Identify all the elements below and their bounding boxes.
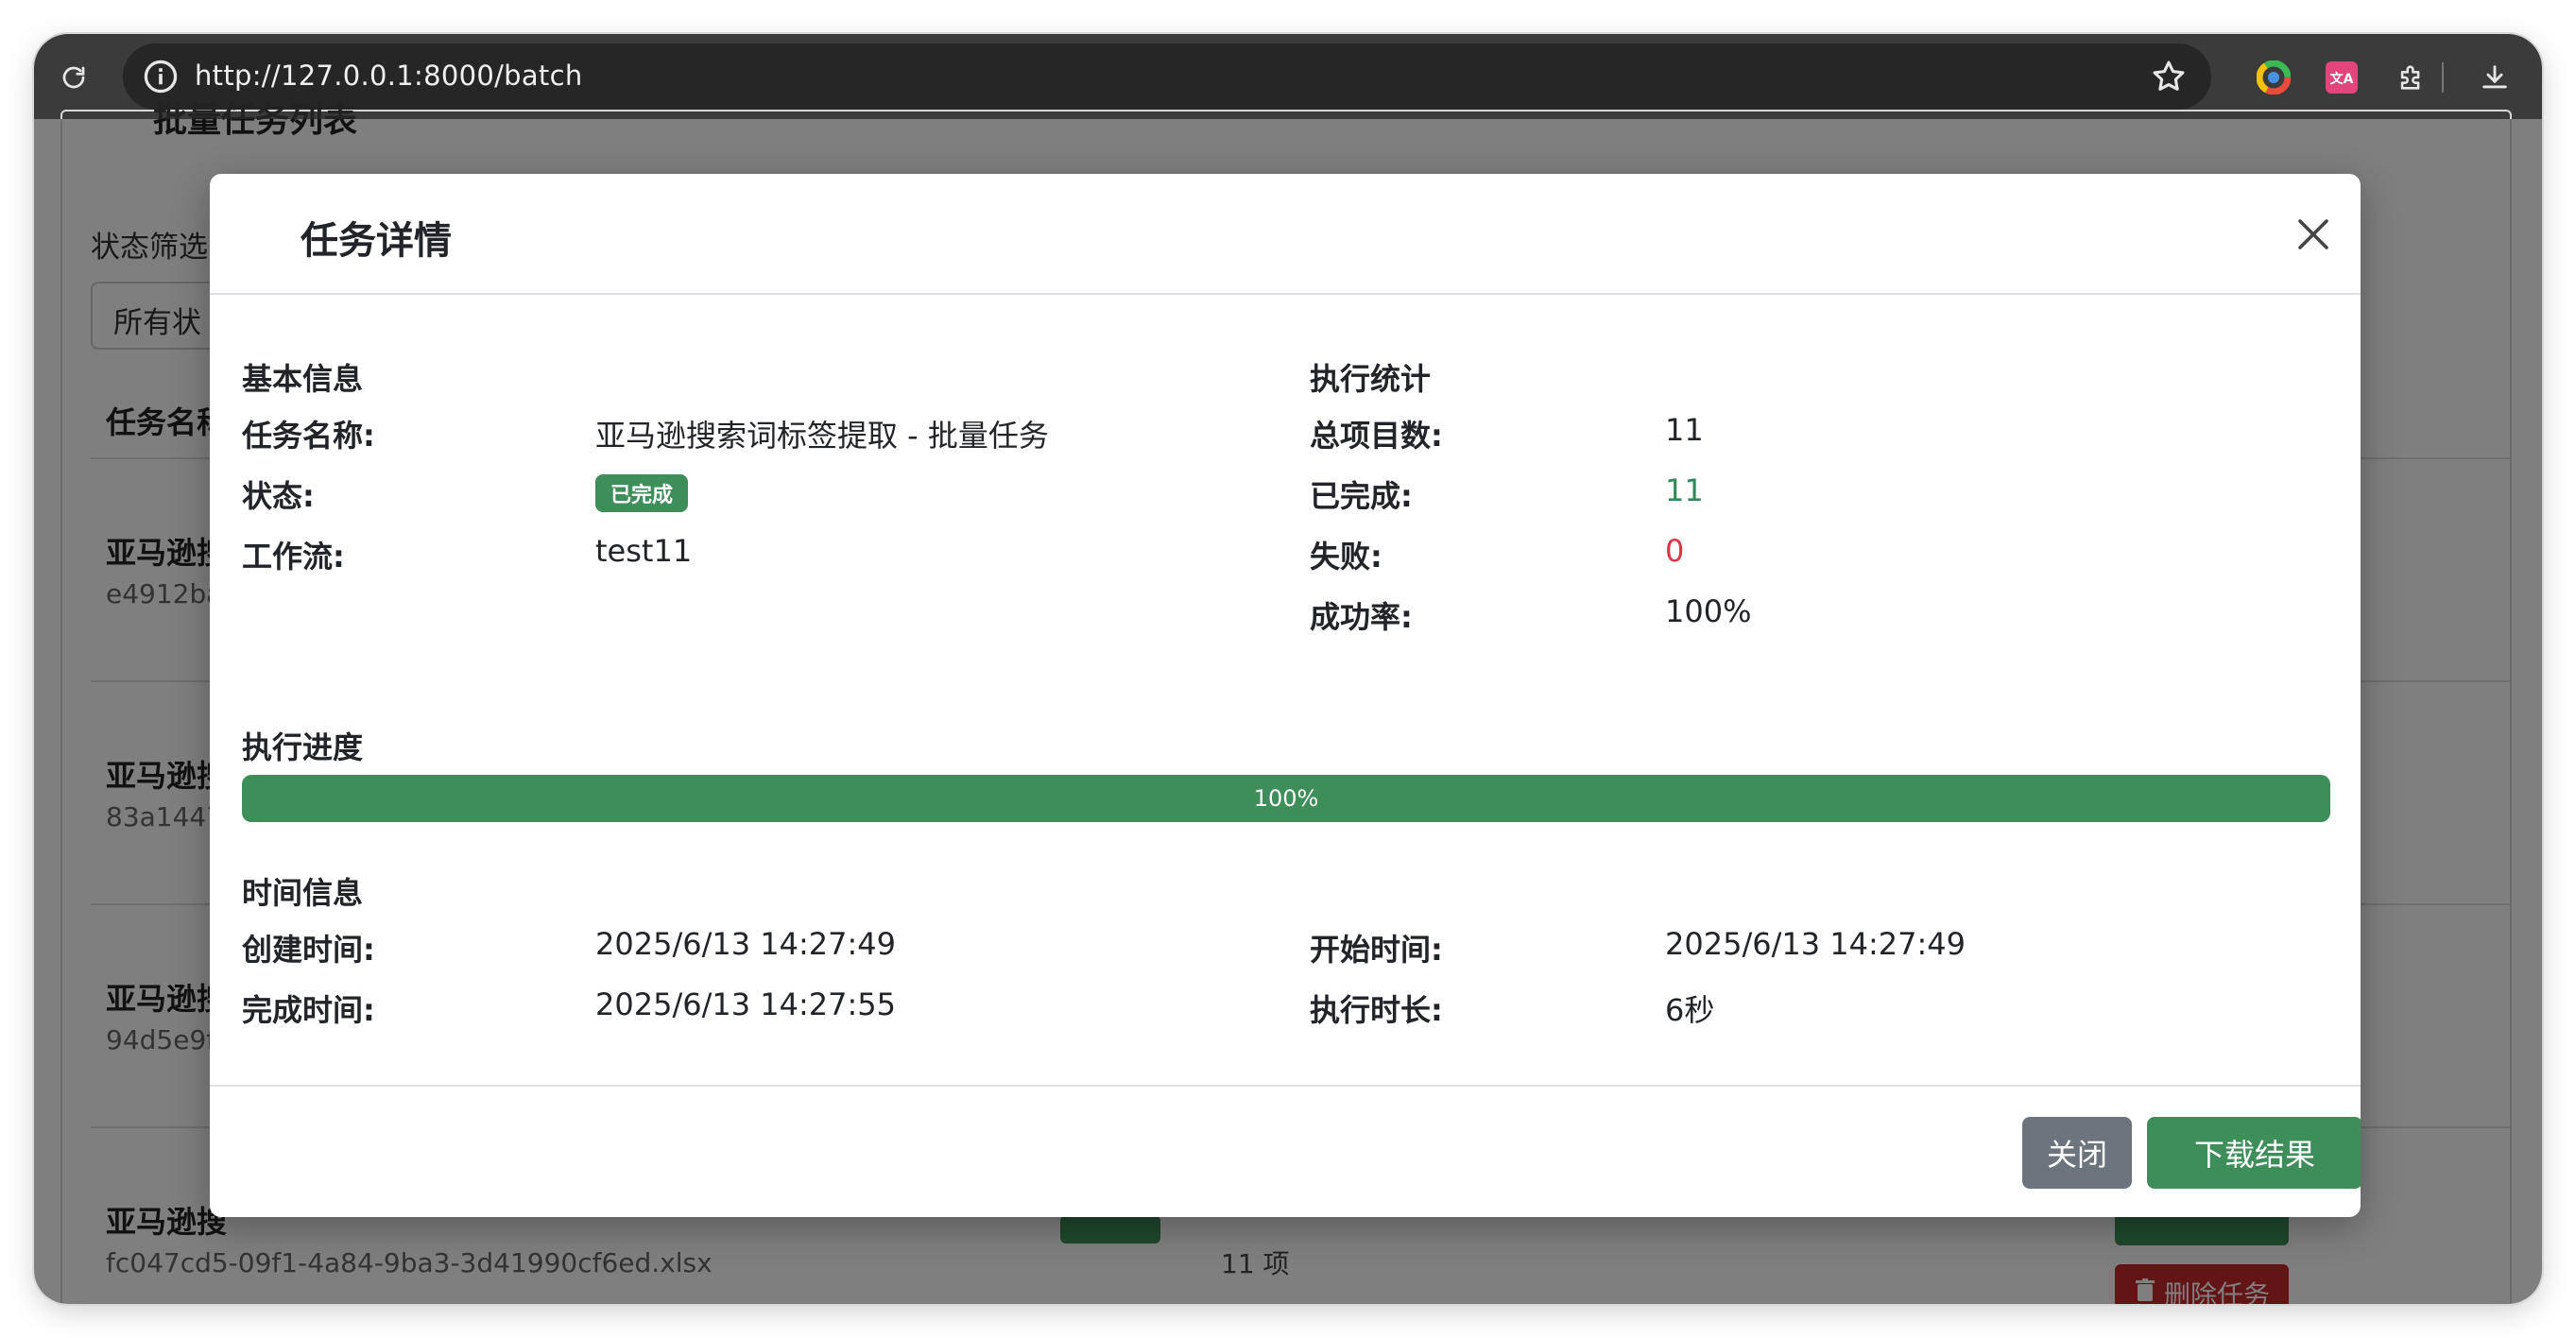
success-rate-value: 100% (1665, 593, 1752, 629)
basic-info-heading: 基本信息 (242, 361, 364, 397)
completed-label: 已完成: (1310, 478, 1413, 514)
color-extension-icon[interactable] (2253, 57, 2294, 98)
duration-value: 6秒 (1665, 992, 1715, 1028)
extensions-puzzle-icon[interactable] (2391, 57, 2432, 98)
success-rate-label: 成功率: (1310, 599, 1413, 635)
status-label: 状态: (242, 478, 315, 514)
site-info-icon[interactable] (140, 56, 181, 97)
total-items-value: 11 (1665, 412, 1704, 448)
toolbar-divider (2442, 62, 2444, 93)
close-icon[interactable] (2291, 212, 2336, 257)
progress-heading: 执行进度 (242, 729, 364, 765)
time-info-heading: 时间信息 (242, 875, 364, 911)
reload-icon[interactable] (53, 57, 94, 98)
url-text[interactable]: http://127.0.0.1:8000/batch (195, 60, 583, 92)
created-time-label: 创建时间: (242, 932, 375, 968)
workflow-value: test11 (595, 533, 693, 569)
modal-header: 任务详情 (210, 174, 2361, 295)
bookmark-star-icon[interactable] (2149, 57, 2189, 96)
close-button[interactable]: 关闭 (2022, 1117, 2132, 1189)
task-name-label: 任务名称: (242, 418, 375, 454)
total-items-label: 总项目数: (1310, 418, 1443, 454)
finished-time-value: 2025/6/13 14:27:55 (595, 986, 896, 1022)
browser-toolbar: http://127.0.0.1:8000/batch 文A (34, 34, 2542, 119)
completed-value: 11 (1665, 472, 1704, 508)
modal-title: 任务详情 (301, 219, 452, 263)
status-badge: 已完成 (595, 474, 689, 512)
browser-window: http://127.0.0.1:8000/batch 文A 批量任务列表 状态… (34, 34, 2542, 1304)
started-time-label: 开始时间: (1310, 932, 1443, 968)
modal-footer: 关闭 下载结果 (210, 1085, 2361, 1217)
failed-value: 0 (1665, 533, 1685, 569)
workflow-label: 工作流: (242, 539, 345, 575)
svg-text:文A: 文A (2330, 71, 2354, 87)
progress-fill: 100% (242, 775, 2330, 822)
started-time-value: 2025/6/13 14:27:49 (1665, 926, 1966, 962)
address-bar[interactable]: http://127.0.0.1:8000/batch (123, 43, 2211, 110)
download-results-button[interactable]: 下载结果 (2147, 1117, 2361, 1189)
translate-extension-icon[interactable]: 文A (2321, 57, 2362, 98)
finished-time-label: 完成时间: (242, 992, 375, 1028)
duration-label: 执行时长: (1310, 992, 1443, 1028)
task-name-value: 亚马逊搜索词标签提取 - 批量任务 (595, 418, 1049, 454)
stats-heading: 执行统计 (1310, 361, 1432, 397)
created-time-value: 2025/6/13 14:27:49 (595, 926, 896, 962)
task-detail-modal: 任务详情 基本信息 任务名称: 亚马逊搜索词标签提取 - 批量任务 状态: 已完… (210, 174, 2361, 1217)
failed-label: 失败: (1310, 539, 1382, 575)
download-icon[interactable] (2474, 57, 2516, 98)
progress-bar: 100% (242, 775, 2330, 822)
